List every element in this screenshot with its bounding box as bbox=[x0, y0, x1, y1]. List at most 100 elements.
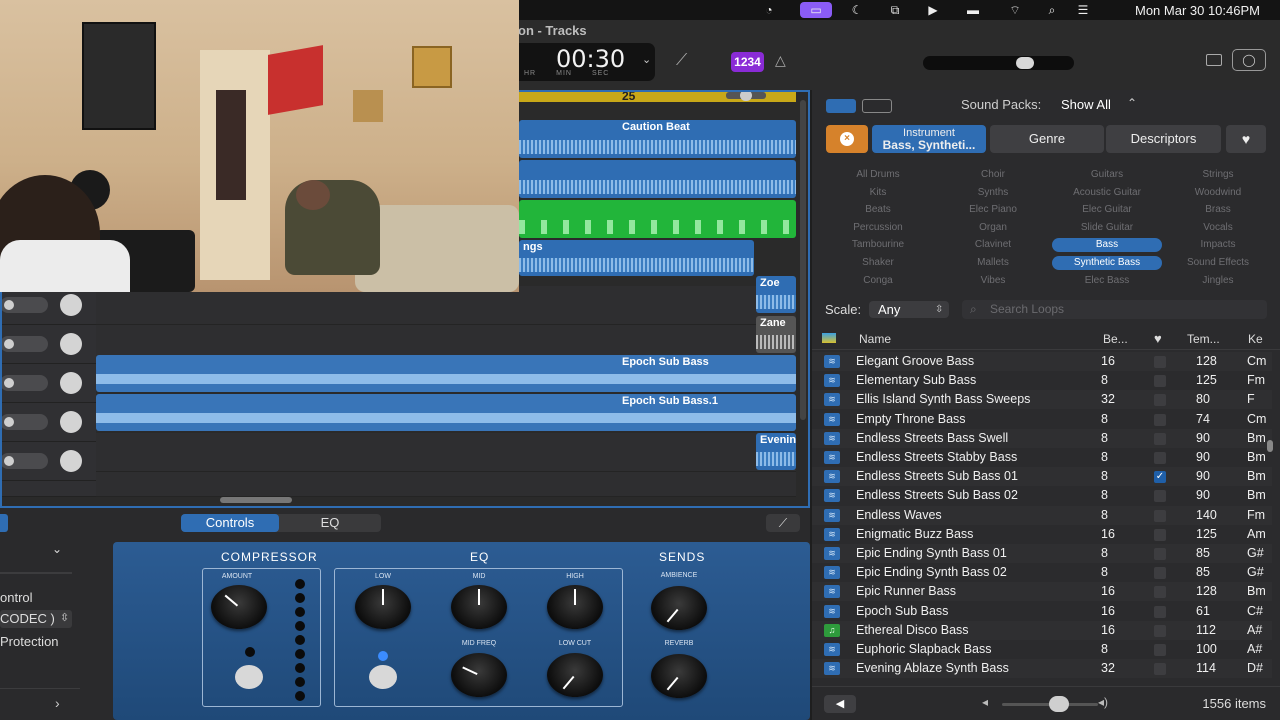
keyword-button[interactable]: Organ bbox=[938, 221, 1048, 235]
track-pan-knob[interactable] bbox=[60, 372, 82, 394]
heart-column-icon[interactable]: ♥ bbox=[1154, 331, 1162, 346]
keyword-button[interactable]: Clavinet bbox=[938, 238, 1048, 252]
keyword-button[interactable]: Tambourine bbox=[823, 238, 933, 252]
keyword-button[interactable]: Jingles bbox=[1163, 274, 1273, 288]
column-tempo[interactable]: Tem... bbox=[1187, 332, 1220, 346]
chevron-right-icon[interactable]: › bbox=[55, 695, 60, 711]
compressor-switch[interactable] bbox=[235, 665, 263, 689]
region-zoe[interactable]: Zoe bbox=[756, 276, 796, 313]
column-name[interactable]: Name bbox=[859, 332, 891, 346]
keyword-button[interactable]: Bass bbox=[1052, 238, 1162, 253]
track-toggle[interactable] bbox=[0, 297, 48, 313]
ambience-knob[interactable] bbox=[651, 586, 707, 630]
favorite-checkbox[interactable] bbox=[1154, 432, 1166, 445]
keyword-button[interactable]: Strings bbox=[1163, 168, 1273, 182]
keyword-button[interactable]: Conga bbox=[823, 274, 933, 288]
track-pan-knob[interactable] bbox=[60, 294, 82, 316]
metronome-icon[interactable]: △ bbox=[775, 52, 786, 69]
favorite-checkbox[interactable] bbox=[1154, 586, 1166, 599]
filter-instrument[interactable]: Instrument Bass, Syntheti... bbox=[872, 125, 986, 153]
filter-genre[interactable]: Genre bbox=[990, 125, 1104, 153]
favorite-checkbox[interactable] bbox=[1154, 548, 1166, 560]
loop-row[interactable]: ≋ Endless Streets Sub Bass 01 8 ✓ 90 Bm bbox=[812, 467, 1272, 487]
keyword-button[interactable]: Synthetic Bass bbox=[1052, 256, 1162, 270]
filter-descriptors[interactable]: Descriptors bbox=[1106, 125, 1221, 153]
moon-icon[interactable]: ☾ bbox=[846, 2, 868, 18]
keyword-button[interactable]: Slide Guitar bbox=[1052, 221, 1162, 235]
region-epoch-sub-bass-1[interactable]: Epoch Sub Bass.1 bbox=[96, 394, 796, 431]
eq-low-cut-knob[interactable] bbox=[547, 653, 603, 697]
keyword-button[interactable]: Mallets bbox=[938, 256, 1048, 270]
column-view-icon[interactable] bbox=[862, 99, 892, 113]
tracks-scrollbar-vertical[interactable] bbox=[800, 100, 806, 420]
keyword-button[interactable]: Shaker bbox=[823, 256, 933, 270]
chevron-down-icon[interactable]: ⌄ bbox=[642, 53, 651, 66]
loop-row[interactable]: ≋ Epic Ending Synth Bass 02 8 85 G# bbox=[812, 563, 1272, 582]
battery-icon[interactable]: ▬ bbox=[960, 2, 986, 18]
favorite-checkbox[interactable] bbox=[1154, 509, 1166, 522]
favorite-checkbox[interactable] bbox=[1154, 356, 1166, 368]
track-toggle[interactable] bbox=[0, 414, 48, 430]
track-toggle[interactable] bbox=[0, 336, 48, 352]
chevron-down-icon[interactable]: ⌄ bbox=[52, 542, 62, 556]
keyword-button[interactable]: Kits bbox=[823, 186, 933, 200]
keyword-button[interactable]: Elec Piano bbox=[938, 203, 1048, 217]
favorite-checkbox[interactable] bbox=[1154, 528, 1166, 541]
preview-speaker-icon[interactable]: ◀ bbox=[824, 695, 856, 713]
lcd-display[interactable]: 00:30 HR MIN SEC ⌄ bbox=[510, 43, 655, 81]
favorite-checkbox[interactable]: ✓ bbox=[1154, 471, 1166, 484]
keyword-button[interactable]: Brass bbox=[1163, 203, 1273, 217]
region-evening[interactable]: Evenin bbox=[756, 433, 796, 470]
keyword-button[interactable]: All Drums bbox=[823, 168, 933, 182]
track-header[interactable] bbox=[0, 481, 96, 497]
favorite-checkbox[interactable] bbox=[1154, 394, 1166, 407]
loop-row[interactable]: ≋ Empty Throne Bass 8 74 Cm bbox=[812, 410, 1272, 429]
loop-row[interactable]: ≋ Euphoric Slapback Bass 8 100 A# bbox=[812, 640, 1272, 659]
inspector-icon[interactable]: ⟋ bbox=[766, 514, 800, 532]
master-volume-slider[interactable] bbox=[923, 56, 1074, 70]
favorite-checkbox[interactable] bbox=[1154, 490, 1166, 503]
library-toggle[interactable] bbox=[0, 514, 8, 532]
region-midi-green[interactable] bbox=[519, 200, 796, 238]
keyword-button[interactable]: Vibes bbox=[938, 274, 1048, 288]
track-pan-knob[interactable] bbox=[60, 450, 82, 472]
keyword-button[interactable]: Synths bbox=[938, 186, 1048, 200]
region-epoch-sub-bass[interactable]: Epoch Sub Bass bbox=[96, 355, 796, 392]
favorites-heart-icon[interactable]: ♥ bbox=[1226, 125, 1266, 153]
eq-high-knob[interactable] bbox=[547, 585, 603, 629]
region-caution-beat[interactable]: Caution Beat bbox=[519, 120, 796, 158]
loop-row[interactable]: ♫ Ethereal Disco Bass 16 112 A# bbox=[812, 620, 1272, 640]
favorite-checkbox[interactable] bbox=[1154, 452, 1166, 464]
eq-low-knob[interactable] bbox=[355, 585, 411, 629]
region-ngs[interactable]: ngs bbox=[519, 240, 754, 276]
menu-clock[interactable]: Mon Mar 30 10:46PM bbox=[1135, 3, 1260, 18]
screen-share-icon[interactable]: ▭ bbox=[800, 2, 832, 18]
search-loops-input[interactable]: ⌕ Search Loops bbox=[962, 300, 1267, 319]
amount-knob[interactable] bbox=[211, 585, 267, 629]
favorite-checkbox[interactable] bbox=[1154, 605, 1166, 618]
tuner-icon[interactable]: ⟋ bbox=[676, 52, 687, 70]
tab-eq[interactable]: EQ bbox=[279, 514, 381, 532]
count-in-button[interactable]: 1234 bbox=[731, 52, 764, 72]
volume-knob[interactable] bbox=[1016, 57, 1034, 69]
eq-mid-freq-knob[interactable] bbox=[451, 653, 507, 697]
keyword-button[interactable]: Sound Effects bbox=[1163, 256, 1273, 270]
favorite-checkbox[interactable] bbox=[1154, 624, 1166, 637]
loop-row[interactable]: ≋ Elementary Sub Bass 8 125 Fm bbox=[812, 371, 1272, 390]
button-view-icon[interactable] bbox=[826, 99, 856, 113]
keyword-button[interactable]: Percussion bbox=[823, 221, 933, 235]
control-center-icon[interactable]: ☰ bbox=[1072, 2, 1094, 18]
loop-row[interactable]: ≋ Epoch Sub Bass 16 61 C# bbox=[812, 602, 1272, 621]
loop-row[interactable]: ≋ Endless Streets Sub Bass 02 8 90 Bm bbox=[812, 486, 1272, 505]
sound-packs-select[interactable]: Show All bbox=[1061, 97, 1111, 112]
codec-select[interactable]: CODEC ) ⇳ bbox=[0, 610, 72, 628]
region-track-2[interactable] bbox=[519, 160, 796, 198]
notepad-icon[interactable] bbox=[1206, 54, 1222, 66]
track-header[interactable] bbox=[0, 403, 96, 442]
keyword-button[interactable]: Impacts bbox=[1163, 238, 1273, 252]
favorite-checkbox[interactable] bbox=[1154, 375, 1166, 388]
preview-volume-knob[interactable] bbox=[1049, 696, 1069, 712]
clear-filters-button[interactable]: × bbox=[826, 125, 868, 153]
eq-switch[interactable] bbox=[369, 665, 397, 689]
loop-row[interactable]: ≋ Elegant Groove Bass 16 128 Cm bbox=[812, 352, 1272, 371]
